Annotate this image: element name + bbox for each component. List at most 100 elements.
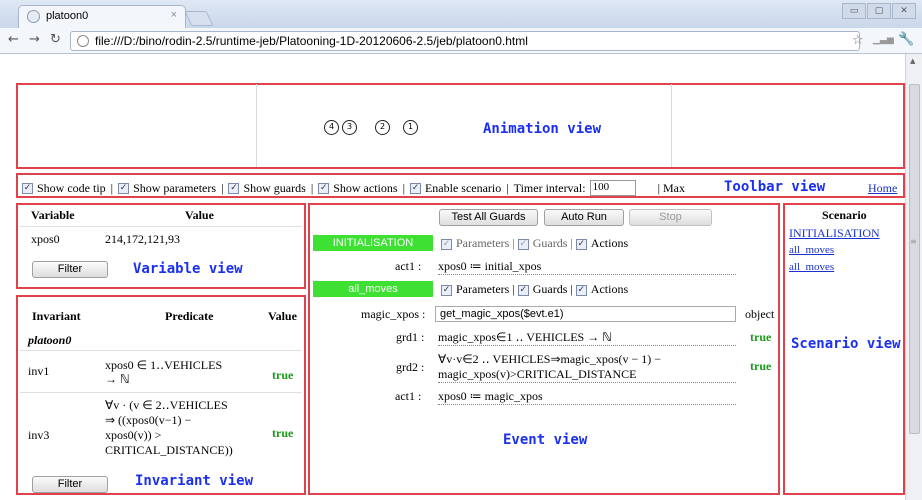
separator: | (110, 180, 114, 195)
show-parameters-checkbox[interactable]: ✓ (118, 182, 130, 194)
maximize-button[interactable]: ▢ (867, 3, 891, 19)
minimize-button[interactable]: ▭ (842, 3, 866, 19)
invariant-name: inv1 (28, 364, 50, 378)
show-actions-checkbox[interactable]: ✓ (318, 182, 330, 194)
vertical-scrollbar[interactable]: ▲ ≡ (905, 54, 922, 500)
variable-filter-button[interactable]: Filter (32, 261, 108, 278)
moves-actions-checkbox[interactable]: ✓ (575, 284, 587, 296)
vehicle-icons: 4 3 2 1 (324, 120, 421, 135)
predicate-line: → ℕ (105, 372, 130, 386)
address-bar-row: ← → ↻ file:///D:/bino/rodin-2.5/runtime-… (0, 28, 922, 54)
test-all-guards-button[interactable]: Test All Guards (439, 209, 538, 226)
variable-column-header: Variable (31, 208, 75, 222)
separator: | (657, 180, 660, 195)
grd1-value: true (750, 330, 772, 344)
invariant-value: true (272, 368, 294, 382)
show-code-tip-checkbox[interactable]: ✓ (22, 182, 33, 194)
grd2-text-line: magic_xpos(v)>CRITICAL_DISTANCE (438, 367, 637, 381)
all-moves-options: ✓ Parameters | ✓ Guards | ✓ Actions (441, 282, 628, 297)
bookmark-star-icon[interactable]: ☆ (852, 33, 864, 48)
init-guards-checkbox[interactable]: ✓ (517, 238, 529, 250)
enable-scenario-label: Enable scenario (424, 180, 502, 195)
stop-button[interactable]: Stop (629, 209, 712, 226)
grd2-text-line: ∀v·v∈2 ‥ VEHICLES⇒magic_xpos(v − 1) − (438, 352, 662, 366)
vehicle-1-icon: 1 (403, 120, 418, 135)
variable-name: xpos0 (31, 232, 60, 246)
toolbar-view-label: Toolbar view (724, 179, 826, 195)
enable-scenario-checkbox[interactable]: ✓ (409, 182, 421, 194)
show-parameters-label: Show parameters (133, 180, 217, 195)
grd1-text: magic_xpos∈1 ‥ VEHICLES → ℕ (438, 330, 736, 346)
divider (20, 350, 302, 351)
vehicle-4-icon: 4 (324, 120, 339, 135)
initialisation-event-button[interactable]: INITIALISATION (313, 235, 433, 251)
grd2-label: grd2 : (396, 360, 425, 374)
predicate-line: xpos0(v)) > (105, 428, 162, 442)
vehicle-3-icon: 3 (342, 120, 357, 135)
animation-canvas (256, 84, 672, 167)
scenario-header: Scenario (822, 208, 867, 222)
moves-guards-label: Guards (532, 282, 568, 296)
event-view-label: Event view (503, 432, 588, 448)
timer-interval-input[interactable]: 100 (589, 180, 636, 196)
page-icon (77, 35, 89, 47)
scroll-up-icon[interactable]: ▲ (910, 57, 915, 65)
invariant-view-box (16, 295, 306, 495)
tab-close-icon[interactable]: × (171, 9, 177, 21)
variable-value: 214,172,121,93 (105, 232, 180, 246)
invariant-filter-button[interactable]: Filter (32, 476, 108, 493)
predicate-line: CRITICAL_DISTANCE)) (105, 443, 233, 457)
scrollbar-thumb[interactable] (909, 84, 920, 434)
init-act-text: xpos0 ≔ initial_xpos (438, 259, 736, 275)
init-parameters-label: Parameters (456, 236, 510, 250)
forward-icon[interactable]: → (29, 32, 40, 47)
moves-actions-label: Actions (590, 282, 629, 296)
separator: | (310, 180, 314, 195)
auto-run-button[interactable]: Auto Run (544, 209, 624, 226)
moves-act-text: xpos0 ≔ magic_xpos (438, 389, 736, 405)
invariant-predicate: ∀v · (v ∈ 2‥VEHICLES ⇒ ((xpos0(v−1) − xp… (105, 398, 233, 458)
param-type-label: object (745, 307, 775, 321)
grd2-text: ∀v·v∈2 ‥ VEHICLES⇒magic_xpos(v − 1) − ma… (438, 352, 736, 383)
scenario-item[interactable]: all_moves (789, 244, 834, 256)
back-icon[interactable]: ← (8, 32, 19, 47)
invariant-view-label: Invariant view (135, 473, 254, 489)
magic-xpos-param-label: magic_xpos : (361, 307, 426, 321)
moves-parameters-checkbox[interactable]: ✓ (441, 284, 452, 296)
grd1-label: grd1 : (396, 330, 425, 344)
wrench-icon[interactable]: 🔧 (898, 32, 914, 47)
invariant-group-name: platoon0 (28, 333, 72, 347)
init-parameters-checkbox[interactable]: ✓ (441, 238, 452, 250)
init-guards-label: Guards (532, 236, 568, 250)
magic-xpos-param-input[interactable]: get_magic_xpos($evt.e1) (435, 306, 736, 322)
show-guards-label: Show guards (243, 180, 306, 195)
init-act-label: act1 : (395, 259, 422, 273)
browser-tab[interactable]: platoon0 × (18, 5, 186, 28)
invariant-predicate: xpos0 ∈ 1‥VEHICLES → ℕ (105, 358, 222, 386)
grd2-value: true (750, 359, 772, 373)
variable-view-label: Variable view (133, 261, 243, 277)
close-window-button[interactable]: ✕ (892, 3, 916, 19)
show-guards-checkbox[interactable]: ✓ (228, 182, 240, 194)
moves-guards-checkbox[interactable]: ✓ (517, 284, 529, 296)
all-moves-event-button[interactable]: all_moves (313, 281, 433, 297)
initialisation-options: ✓ Parameters | ✓ Guards | ✓ Actions (441, 236, 628, 251)
predicate-line: ∀v · (v ∈ 2‥VEHICLES (105, 398, 228, 412)
timer-interval-label: Timer interval: (513, 180, 586, 195)
page-icon (27, 10, 40, 23)
url-text: file:///D:/bino/rodin-2.5/runtime-jeb/Pl… (95, 34, 528, 48)
url-input[interactable]: file:///D:/bino/rodin-2.5/runtime-jeb/Pl… (70, 31, 860, 51)
scenario-item[interactable]: INITIALISATION (789, 226, 880, 241)
scenario-item[interactable]: all_moves (789, 261, 834, 273)
signal-icon: ▁▃▅ (873, 35, 894, 45)
new-tab-button[interactable] (184, 11, 214, 26)
browser-titlebar: platoon0 × ▭ ▢ ✕ (0, 0, 922, 28)
animation-view-label: Animation view (483, 121, 602, 137)
predicate-column-header: Predicate (165, 309, 214, 323)
init-actions-checkbox[interactable]: ✓ (575, 238, 587, 250)
home-link[interactable]: Home (868, 181, 897, 196)
window-controls: ▭ ▢ ✕ (842, 3, 916, 19)
separator: | (570, 236, 573, 250)
invariant-value: true (272, 426, 294, 440)
reload-icon[interactable]: ↻ (50, 32, 61, 47)
